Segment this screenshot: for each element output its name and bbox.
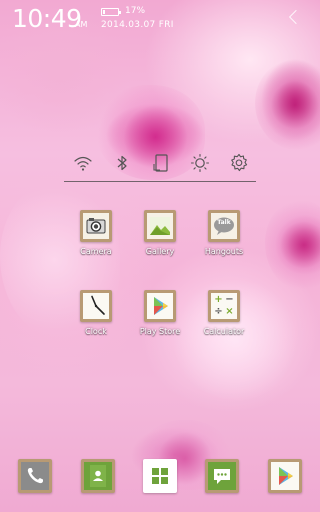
dock-contacts[interactable] xyxy=(81,459,115,493)
battery-icon xyxy=(101,8,121,16)
app-play-store[interactable]: Play Store xyxy=(130,290,190,336)
bluetooth-icon[interactable] xyxy=(109,150,135,176)
app-label: Hangouts xyxy=(204,247,244,256)
wifi-icon[interactable] xyxy=(70,150,96,176)
status-bar: 10:49 AM 17% 2014.03.07 FRI xyxy=(0,0,320,40)
battery-percent: 17% xyxy=(125,6,146,16)
app-label: Play Store xyxy=(139,327,181,336)
app-gallery[interactable]: Gallery xyxy=(130,210,190,256)
clock-time: 10:49 xyxy=(12,4,82,33)
app-label: Calculator xyxy=(203,327,245,336)
calc-divide-symbol: ÷ xyxy=(214,306,223,317)
hangouts-icon: Talk xyxy=(208,210,240,242)
calc-plus-symbol: + xyxy=(214,294,223,305)
camera-icon xyxy=(80,210,112,242)
app-label: Clock xyxy=(85,327,107,336)
dock-app-drawer[interactable] xyxy=(143,459,177,493)
quick-toggles xyxy=(64,150,256,176)
wallpaper xyxy=(0,0,320,512)
app-camera[interactable]: Camera xyxy=(66,210,126,256)
hangouts-badge-text: Talk xyxy=(217,219,231,226)
calc-times-symbol: × xyxy=(225,306,234,317)
dock-phone[interactable] xyxy=(18,459,52,493)
contacts-icon xyxy=(90,465,106,487)
messaging-icon xyxy=(214,469,230,484)
toggles-divider xyxy=(64,181,256,182)
battery-level xyxy=(103,10,105,14)
rotation-icon[interactable] xyxy=(148,150,174,176)
chevron-left-icon[interactable] xyxy=(288,9,304,25)
app-label: Camera xyxy=(80,247,112,256)
calc-minus-symbol: − xyxy=(225,294,234,305)
calculator-icon: + − ÷ × xyxy=(208,290,240,322)
app-clock[interactable]: Clock xyxy=(66,290,126,336)
app-drawer-icon xyxy=(152,468,168,484)
dock-play-store[interactable] xyxy=(268,459,302,493)
play-store-icon xyxy=(279,467,293,485)
date: 2014.03.07 FRI xyxy=(101,20,174,30)
brightness-icon[interactable] xyxy=(187,150,213,176)
app-calculator[interactable]: + − ÷ × Calculator xyxy=(194,290,254,336)
app-label: Gallery xyxy=(145,247,175,256)
play-store-icon xyxy=(144,290,176,322)
clock-icon xyxy=(80,290,112,322)
clock-ampm: AM xyxy=(75,20,88,29)
settings-icon[interactable] xyxy=(226,150,252,176)
gallery-icon xyxy=(144,210,176,242)
phone-icon xyxy=(27,468,43,484)
app-hangouts[interactable]: Talk Hangouts xyxy=(194,210,254,256)
dock-messaging[interactable] xyxy=(205,459,239,493)
